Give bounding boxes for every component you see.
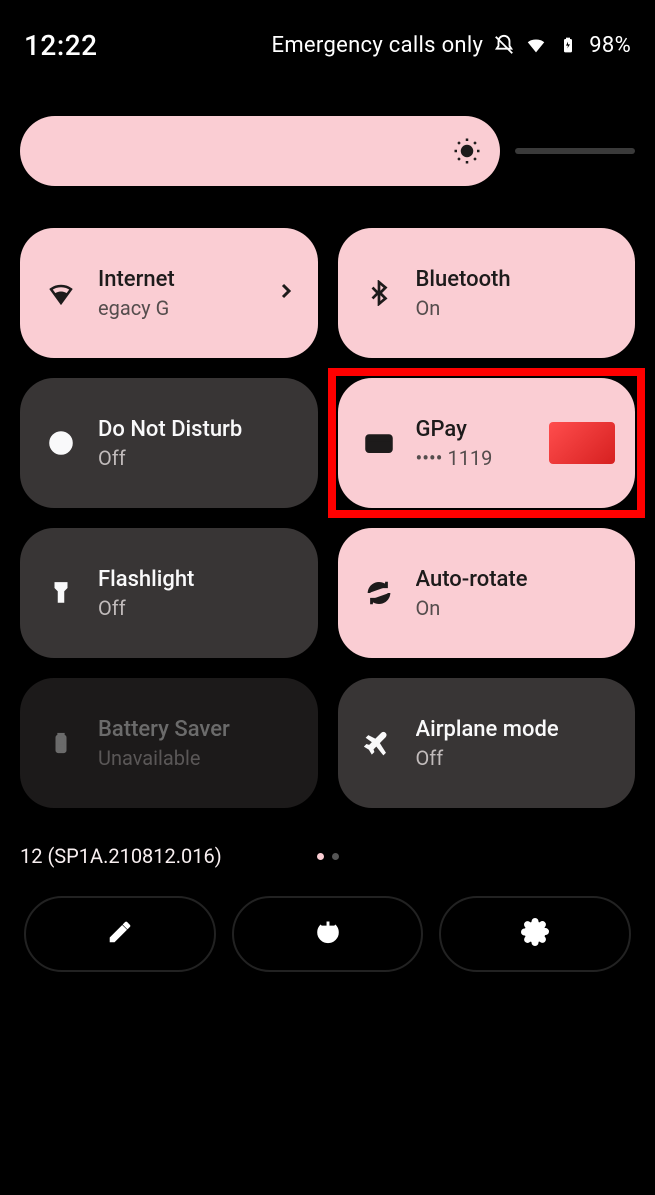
tile-title: Do Not Disturb (98, 417, 298, 442)
gear-icon (521, 918, 549, 950)
battery-plus-icon (44, 726, 78, 760)
brightness-fill (20, 116, 500, 186)
page-dot-active (317, 853, 324, 860)
build-row: 12 (SP1A.210812.016) (0, 820, 655, 872)
tile-gpay[interactable]: GPay •••• 1119 (338, 378, 636, 508)
status-bar: 12:22 Emergency calls only 98% (0, 0, 655, 72)
tile-subtitle: •••• 1119 (416, 446, 558, 470)
tiles-grid: Internet egacy G Bluetooth On Do Not Dis… (0, 216, 655, 820)
page-dot (332, 853, 339, 860)
tile-airplane[interactable]: Airplane mode Off (338, 678, 636, 808)
airplane-icon (362, 726, 396, 760)
wifi-icon (525, 34, 547, 56)
settings-button[interactable] (439, 896, 631, 972)
tile-flashlight[interactable]: Flashlight Off (20, 528, 318, 658)
tile-dnd[interactable]: Do Not Disturb Off (20, 378, 318, 508)
battery-charging-icon (557, 34, 579, 56)
pencil-icon (107, 919, 133, 949)
tile-title: Auto-rotate (416, 567, 616, 592)
battery-pct-text: 98% (589, 33, 631, 58)
build-text: 12 (SP1A.210812.016) (20, 844, 222, 868)
brightness-slider[interactable] (20, 116, 635, 186)
page-indicator (317, 853, 339, 860)
power-icon (314, 918, 342, 950)
tile-title: Bluetooth (416, 267, 616, 292)
tile-battery-saver: Battery Saver Unavailable (20, 678, 318, 808)
tile-title: Flashlight (98, 567, 298, 592)
chevron-right-icon (274, 279, 298, 307)
tile-title: Airplane mode (416, 717, 616, 742)
tile-autorotate[interactable]: Auto-rotate On (338, 528, 636, 658)
tile-subtitle: Off (416, 746, 616, 770)
edit-tiles-button[interactable] (24, 896, 216, 972)
brightness-track-rest (515, 148, 635, 154)
tile-subtitle: On (416, 596, 616, 620)
tile-title: Internet (98, 267, 270, 292)
tile-subtitle: Off (98, 446, 298, 470)
tile-internet[interactable]: Internet egacy G (20, 228, 318, 358)
tile-subtitle: Unavailable (98, 746, 298, 770)
tile-subtitle: On (416, 296, 616, 320)
network-status-text: Emergency calls only (272, 33, 484, 58)
tile-title: Battery Saver (98, 717, 298, 742)
brightness-icon (450, 134, 484, 168)
card-icon (362, 426, 396, 460)
dnd-icon (44, 426, 78, 460)
action-row (0, 872, 655, 972)
power-button[interactable] (232, 896, 424, 972)
tile-title: GPay (416, 417, 558, 442)
tile-bluetooth[interactable]: Bluetooth On (338, 228, 636, 358)
bluetooth-icon (362, 276, 396, 310)
flashlight-icon (44, 576, 78, 610)
status-time: 12:22 (24, 29, 98, 62)
gpay-card-thumbnail (549, 422, 615, 464)
rotate-icon (362, 576, 396, 610)
wifi-icon (44, 276, 78, 310)
bell-muted-icon (493, 34, 515, 56)
tile-subtitle: Off (98, 596, 298, 620)
tile-subtitle: egacy G (98, 296, 270, 320)
status-right-cluster: Emergency calls only 98% (272, 33, 631, 58)
